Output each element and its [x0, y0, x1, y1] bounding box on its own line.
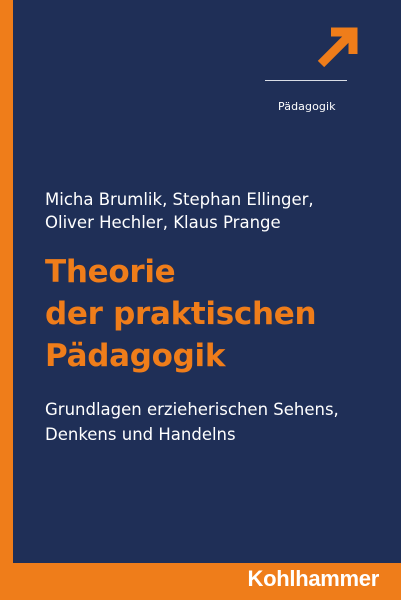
subtitle-line: Grundlagen erzieherischen Sehens,	[45, 400, 339, 419]
series-divider	[265, 80, 347, 81]
series-label: Pädagogik	[278, 100, 336, 113]
title-line: der praktischen	[45, 296, 317, 332]
book-cover: Pädagogik Micha Brumlik, Stephan Ellinge…	[0, 0, 401, 600]
publisher-logo: Kohlhammer	[247, 566, 380, 591]
title-line: Theorie	[45, 254, 176, 290]
left-accent-stripe	[0, 0, 13, 600]
book-title: Theorie der praktischen Pädagogik	[45, 251, 317, 377]
author-list: Micha Brumlik, Stephan Ellinger, Oliver …	[45, 188, 314, 234]
author-line: Oliver Hechler, Klaus Prange	[45, 213, 281, 232]
title-line: Pädagogik	[45, 338, 226, 374]
author-line: Micha Brumlik, Stephan Ellinger,	[45, 190, 314, 209]
subtitle-line: Denkens und Handelns	[45, 425, 236, 444]
arrow-up-right-icon	[317, 27, 358, 68]
book-subtitle: Grundlagen erzieherischen Sehens, Denken…	[45, 397, 339, 447]
